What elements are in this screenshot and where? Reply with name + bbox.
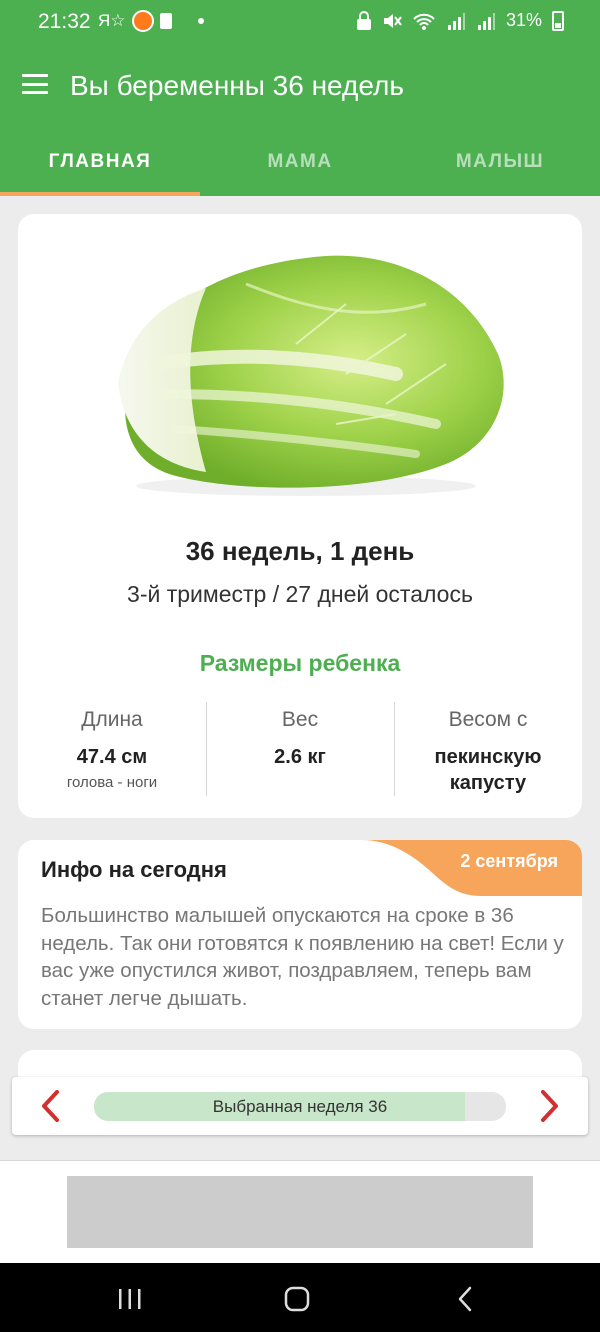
- week-progress-bar: Выбранная неделя 36: [94, 1092, 506, 1121]
- tab-baby[interactable]: МАЛЫШ: [400, 132, 600, 196]
- status-left-icons: Я☆: [98, 10, 204, 32]
- status-time: 21:32: [38, 10, 91, 33]
- info-date: 2 сентября: [460, 851, 558, 871]
- info-title: Инфо на сегодня: [41, 857, 227, 882]
- stat-compare: Весом с пекинскую капусту: [394, 702, 582, 796]
- lock-icon: [356, 10, 371, 30]
- stat-label: Вес: [281, 708, 319, 731]
- status-bar: 21:32 Я☆ 31%: [0, 0, 600, 44]
- app-title: Вы беременны 36 недель: [70, 70, 404, 101]
- back-icon[interactable]: [452, 1285, 482, 1313]
- week-card: 36 недель, 1 день 3-й триместр / 27 дней…: [18, 214, 582, 818]
- signal-2-icon: [477, 12, 495, 30]
- more-notifications-icon: [197, 18, 204, 24]
- ad-banner-placeholder[interactable]: [67, 1176, 533, 1248]
- tab-mom[interactable]: МАМА: [200, 132, 400, 196]
- info-text: Большинство малышей опускаются на сроке …: [41, 904, 564, 1010]
- system-nav-bar: [0, 1263, 600, 1332]
- trimester-subtitle: 3-й триместр / 27 дней осталось: [127, 581, 473, 607]
- status-right-icons: 31%: [356, 10, 564, 31]
- stat-value: 47.4 см: [76, 746, 148, 768]
- stat-note: голова - ноги: [66, 774, 158, 791]
- stat-label: Весом с: [448, 708, 528, 731]
- app-notification-icon: [131, 10, 154, 32]
- baby-stats: Длина 47.4 см голова - ноги Вес 2.6 кг В…: [18, 702, 582, 796]
- signal-1-icon: [447, 12, 465, 30]
- date-badge: 2 сентября: [362, 840, 582, 896]
- baby-sizes-link[interactable]: Размеры ребенка: [18, 650, 582, 677]
- stat-value: пекинскую капусту: [434, 746, 542, 794]
- stat-label: Длина: [81, 708, 143, 731]
- app-bar: Вы беременны 36 недель: [0, 44, 600, 132]
- sd-card-icon: [159, 13, 172, 29]
- stat-length: Длина 47.4 см голова - ноги: [18, 702, 206, 796]
- week-title: 36 недель, 1 день: [185, 536, 415, 566]
- yandex-notification-icon: Я☆: [98, 11, 126, 30]
- home-icon[interactable]: [283, 1285, 313, 1313]
- wifi-icon: [413, 13, 435, 30]
- stat-weight: Вес 2.6 кг: [206, 702, 394, 796]
- recent-apps-icon[interactable]: [115, 1285, 145, 1313]
- stat-value: 2.6 кг: [274, 746, 326, 768]
- week-selector: Выбранная неделя 36: [12, 1077, 588, 1135]
- hamburger-icon[interactable]: [22, 74, 48, 94]
- tab-main[interactable]: ГЛАВНАЯ: [0, 132, 200, 196]
- selected-week-label: Выбранная неделя 36: [212, 1097, 388, 1116]
- tab-bar: ГЛАВНАЯ МАМА МАЛЫШ: [0, 132, 600, 196]
- battery-icon: [552, 10, 564, 31]
- chevron-right-icon[interactable]: [530, 1088, 566, 1124]
- battery-percent: 31%: [505, 10, 542, 30]
- chevron-left-icon[interactable]: [34, 1088, 70, 1124]
- ad-area: [0, 1160, 600, 1263]
- napa-cabbage-image: [118, 255, 504, 496]
- info-card: 2 сентября Инфо на сегодня Большинство м…: [18, 840, 582, 1029]
- mute-icon: [383, 13, 402, 28]
